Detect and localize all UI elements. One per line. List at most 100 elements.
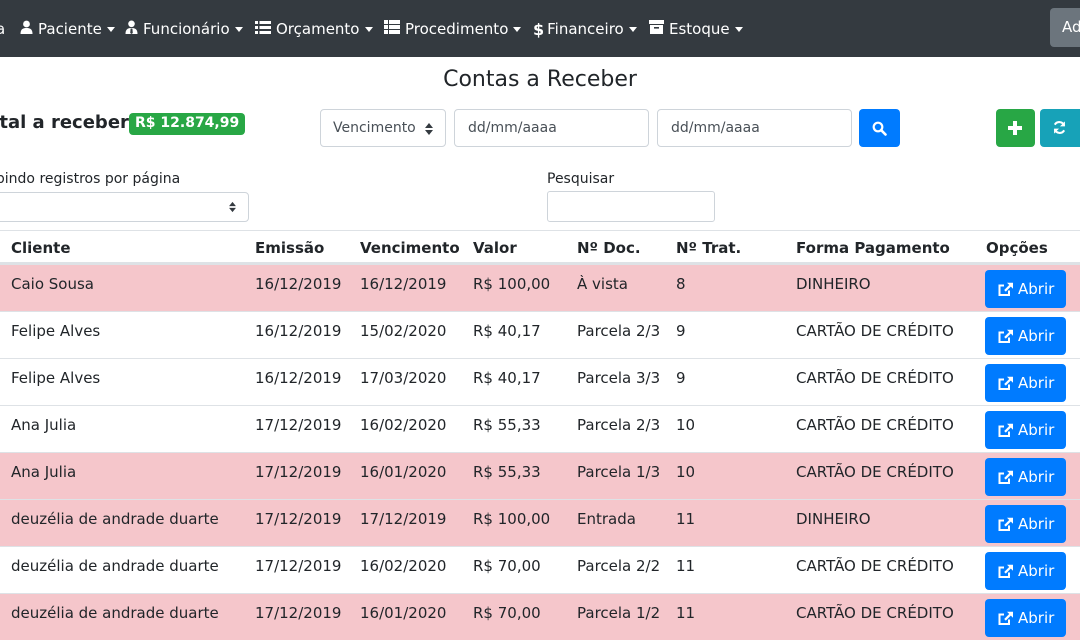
refresh-button[interactable] (1040, 109, 1080, 147)
search-icon (872, 121, 887, 136)
cell-emissao: 17/12/2019 (255, 416, 342, 434)
cell-num-doc: Entrada (577, 510, 636, 528)
add-button[interactable] (996, 109, 1035, 147)
col-opcoes: Opções (986, 239, 1048, 257)
nav-label: Orçamento (276, 20, 360, 38)
cell-cliente: deuzélia de andrade duarte (11, 557, 219, 575)
table-row: deuzélia de andrade duarte 17/12/2019 16/0… (0, 546, 1080, 593)
cell-forma-pagamento: CARTÃO DE CRÉDITO (796, 369, 954, 387)
open-button-label: Abrir (1018, 468, 1055, 486)
open-button[interactable]: Abrir (985, 599, 1066, 637)
nav-orcamento[interactable]: Orçamento (255, 18, 373, 40)
cell-num-doc: Parcela 2/3 (577, 322, 661, 340)
user-button-label: Ad (1062, 18, 1080, 36)
col-cliente[interactable]: Cliente (11, 239, 71, 257)
col-emissao[interactable]: Emissão (255, 239, 324, 257)
cell-num-trat: 11 (676, 510, 696, 528)
cell-num-trat: 11 (676, 557, 696, 575)
open-button[interactable]: Abrir (985, 270, 1066, 308)
open-button[interactable]: Abrir (985, 364, 1066, 402)
cell-forma-pagamento: DINHEIRO (796, 510, 871, 528)
navbar-brand[interactable]: a (0, 18, 5, 40)
cell-cliente: Ana Julia (11, 463, 77, 481)
cell-cliente: Felipe Alves (11, 322, 101, 340)
table-row: Felipe Alves 16/12/2019 15/02/2020 R$ 40,17… (0, 311, 1080, 358)
col-vencimento[interactable]: Vencimento (360, 239, 460, 257)
open-button-label: Abrir (1018, 421, 1055, 439)
nav-label: Procedimento (405, 20, 509, 38)
user-tie-icon (125, 20, 138, 38)
cell-cliente: deuzélia de andrade duarte (11, 510, 219, 528)
col-forma-pagamento[interactable]: Forma Pagamento (796, 239, 950, 257)
cell-num-doc: Parcela 2/2 (577, 557, 661, 575)
open-button[interactable]: Abrir (985, 552, 1066, 590)
per-page-select[interactable] (0, 192, 249, 222)
cell-num-trat: 9 (676, 322, 686, 340)
search-input[interactable] (547, 191, 715, 222)
cell-valor: R$ 70,00 (473, 557, 541, 575)
cell-vencimento: 17/03/2020 (360, 369, 447, 387)
chevron-down-icon (734, 27, 743, 32)
open-button[interactable]: Abrir (985, 505, 1066, 543)
search-button[interactable] (859, 109, 900, 147)
cell-vencimento: 16/12/2019 (360, 275, 447, 293)
chevron-down-icon (364, 27, 373, 32)
col-valor[interactable]: Valor (473, 239, 517, 257)
col-num-trat[interactable]: Nº Trat. (676, 239, 741, 257)
cell-valor: R$ 70,00 (473, 604, 541, 622)
cell-num-trat: 11 (676, 604, 696, 622)
date-from-input[interactable]: dd/mm/aaaa (454, 109, 649, 147)
date-to-input[interactable]: dd/mm/aaaa (657, 109, 852, 147)
cell-valor: R$ 55,33 (473, 463, 541, 481)
cell-forma-pagamento: CARTÃO DE CRÉDITO (796, 557, 954, 575)
open-button[interactable]: Abrir (985, 411, 1066, 449)
open-button[interactable]: Abrir (985, 458, 1066, 496)
cell-cliente: deuzélia de andrade duarte (11, 604, 219, 622)
cell-emissao: 16/12/2019 (255, 322, 342, 340)
cell-vencimento: 16/02/2020 (360, 416, 447, 434)
col-num-doc[interactable]: Nº Doc. (577, 239, 641, 257)
open-button-label: Abrir (1018, 515, 1055, 533)
cell-num-doc: Parcela 2/3 (577, 416, 661, 434)
cell-vencimento: 16/01/2020 (360, 604, 447, 622)
cell-num-doc: À vista (577, 275, 628, 293)
nav-estoque[interactable]: Estoque (649, 18, 743, 40)
chevron-down-icon (513, 27, 522, 32)
user-menu-button[interactable]: Ad (1050, 8, 1080, 47)
cell-emissao: 17/12/2019 (255, 510, 342, 528)
select-arrows-icon (229, 201, 236, 213)
per-page-label: ibindo registros por página (0, 171, 181, 187)
nav-procedimento[interactable]: Procedimento (384, 18, 522, 40)
cell-valor: R$ 100,00 (473, 510, 551, 528)
chevron-down-icon (106, 27, 115, 32)
cell-emissao: 17/12/2019 (255, 557, 342, 575)
cell-num-trat: 10 (676, 416, 696, 434)
brand-text: a (0, 20, 6, 38)
nav-paciente[interactable]: Paciente (20, 18, 115, 40)
cell-forma-pagamento: CARTÃO DE CRÉDITO (796, 604, 954, 622)
nav-financeiro[interactable]: $ Financeiro (533, 18, 637, 40)
cell-num-trat: 10 (676, 463, 696, 481)
open-button-label: Abrir (1018, 327, 1055, 345)
cell-cliente: Felipe Alves (11, 369, 101, 387)
date-type-select[interactable]: Vencimento (320, 109, 446, 147)
box-icon (649, 20, 664, 38)
nav-label: Funcionário (143, 20, 230, 38)
cell-valor: R$ 40,17 (473, 369, 541, 387)
table-row: Ana Julia 17/12/2019 16/02/2020 R$ 55,33 Par… (0, 405, 1080, 452)
table-row: deuzélia de andrade duarte 17/12/2019 17/1… (0, 499, 1080, 546)
external-link-icon (998, 470, 1013, 484)
date-from-placeholder: dd/mm/aaaa (468, 120, 557, 136)
cell-vencimento: 15/02/2020 (360, 322, 447, 340)
external-link-icon (998, 517, 1013, 531)
chevron-down-icon (628, 27, 637, 32)
cell-vencimento: 16/01/2020 (360, 463, 447, 481)
nav-funcionario[interactable]: Funcionário (125, 18, 243, 40)
external-link-icon (998, 282, 1013, 296)
open-button[interactable]: Abrir (985, 317, 1066, 355)
cell-emissao: 17/12/2019 (255, 463, 342, 481)
cell-valor: R$ 100,00 (473, 275, 551, 293)
cell-num-trat: 9 (676, 369, 686, 387)
external-link-icon (998, 611, 1013, 625)
open-button-label: Abrir (1018, 562, 1055, 580)
